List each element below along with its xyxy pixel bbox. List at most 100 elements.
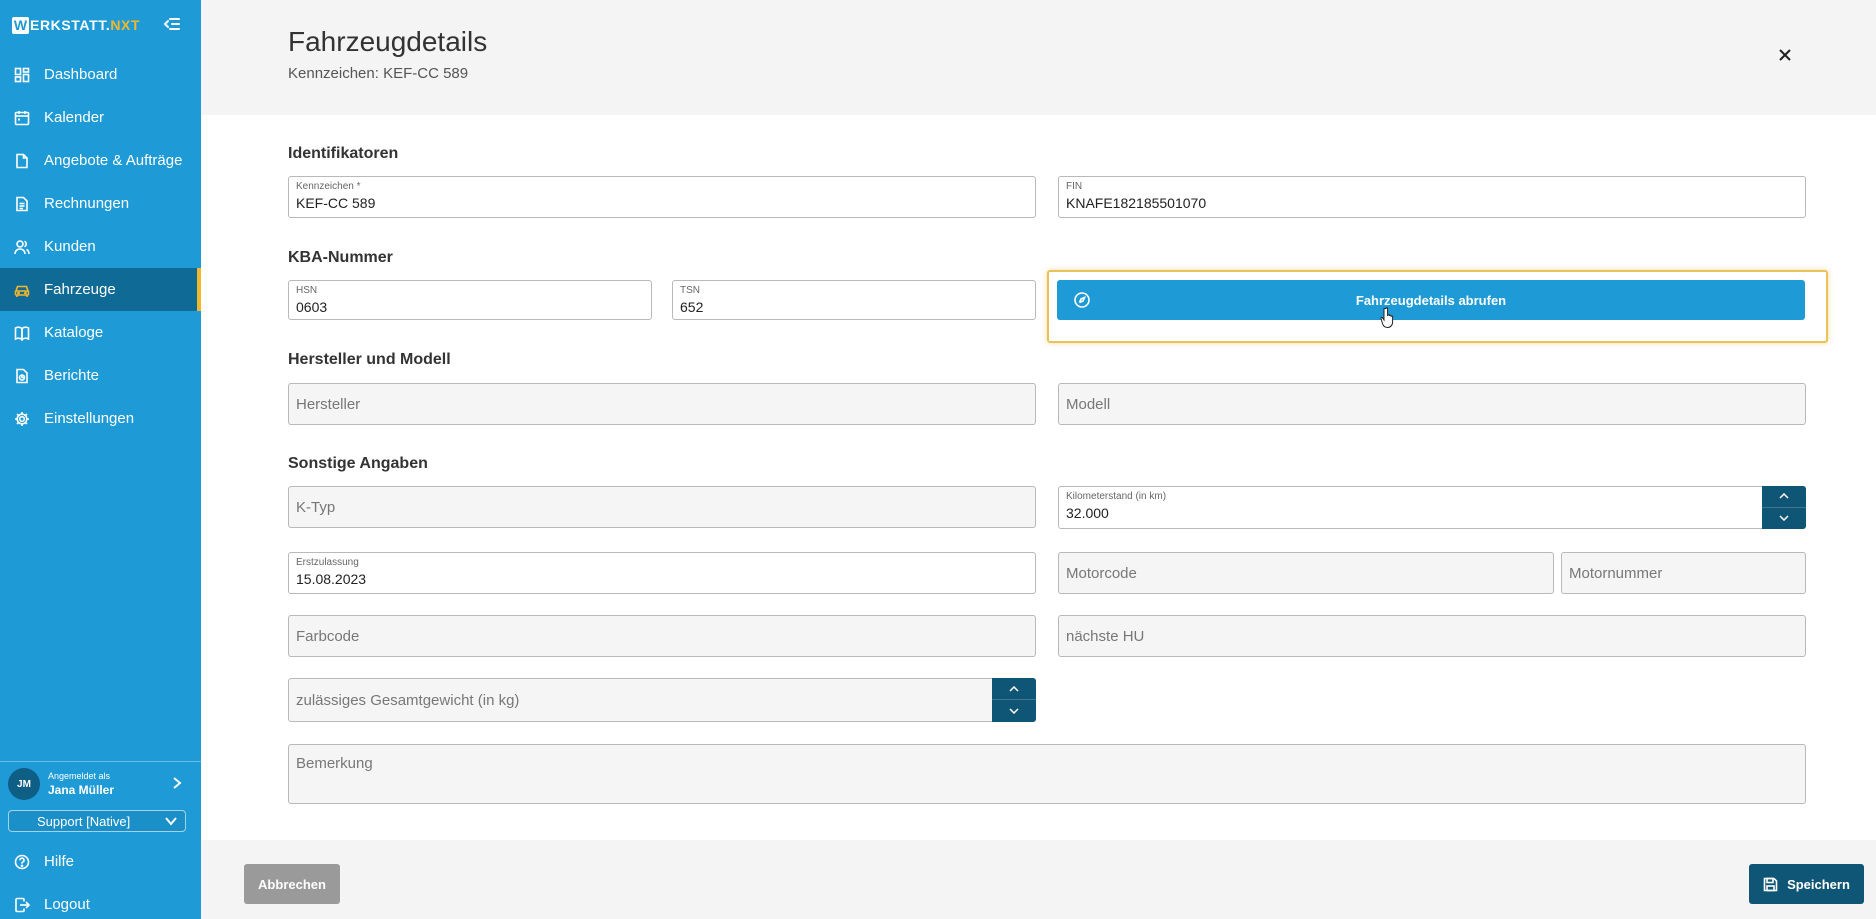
collapse-sidebar-icon[interactable] (163, 15, 181, 33)
fetch-vehicle-details-button[interactable]: Fahrzeugdetails abrufen (1057, 280, 1805, 320)
section-title-identifiers: Identifikatoren (288, 145, 399, 162)
sidebar-item-kunden[interactable]: Kunden (0, 225, 201, 268)
kilometerstand-stepper (1762, 486, 1806, 529)
modell-placeholder: Modell (1066, 395, 1111, 413)
erstzulassung-field[interactable]: Erstzulassung 15.08.2023 (288, 552, 1036, 594)
fin-value: KNAFE182185501070 (1066, 195, 1207, 211)
app-logo[interactable]: W ERKSTATT.NXT (12, 14, 140, 36)
sidebar-item-hilfe[interactable]: Hilfe (0, 840, 201, 883)
page-header: Fahrzeugdetails Kennzeichen: KEF-CC 589 (201, 0, 1876, 115)
sidebar-item-logout[interactable]: Logout (0, 883, 201, 919)
modell-field[interactable]: Modell (1058, 383, 1806, 425)
compass-icon (1074, 292, 1090, 308)
sidebar-item-berichte[interactable]: Berichte (0, 354, 201, 397)
naechste-hu-placeholder: nächste HU (1066, 627, 1145, 645)
hersteller-placeholder: Hersteller (296, 395, 361, 413)
vehicle-form: Identifikatoren Kennzeichen * KEF-CC 589… (201, 115, 1876, 840)
hsn-value: 0603 (296, 299, 328, 315)
user-menu[interactable]: JM Angemeldet als Jana Müller (0, 761, 201, 806)
chevron-down-icon (1009, 708, 1019, 714)
floppy-disk-icon (1763, 877, 1778, 891)
sidebar-item-einstellungen[interactable]: Einstellungen (0, 397, 201, 440)
chevron-down-icon (165, 817, 177, 826)
sidebar-nav: Dashboard Kalender Angebote & Aufträge R… (0, 53, 201, 440)
hersteller-field[interactable]: Hersteller (288, 383, 1036, 425)
page-title: Fahrzeugdetails (288, 26, 488, 57)
customers-icon (14, 239, 30, 254)
sidebar-item-label: Dashboard (44, 66, 118, 83)
report-icon (16, 368, 28, 383)
gesamtgewicht-increment[interactable] (992, 678, 1036, 700)
erstzulassung-value: 15.08.2023 (296, 571, 367, 587)
sidebar-item-label: Berichte (44, 367, 100, 384)
motornummer-field[interactable]: Motornummer (1561, 552, 1806, 594)
sidebar-item-label: Kataloge (44, 324, 104, 341)
save-button[interactable]: Speichern (1749, 864, 1864, 904)
sidebar: W ERKSTATT.NXT Dashboard Kalender Angebo… (0, 0, 201, 919)
kilometerstand-value: 32.000 (1066, 505, 1109, 521)
document-icon (16, 153, 28, 168)
gesamtgewicht-decrement[interactable] (992, 700, 1036, 722)
sidebar-item-rechnungen[interactable]: Rechnungen (0, 182, 201, 225)
book-icon (14, 326, 30, 341)
erstzulassung-label: Erstzulassung (296, 557, 359, 568)
bemerkung-placeholder: Bemerkung (296, 755, 373, 772)
kilometerstand-increment[interactable] (1762, 486, 1806, 508)
section-title-kba: KBA-Nummer (288, 249, 393, 266)
kennzeichen-label: Kennzeichen * (296, 181, 361, 192)
car-icon (14, 285, 30, 297)
motorcode-placeholder: Motorcode (1066, 564, 1137, 582)
sidebar-item-label: Kunden (44, 238, 96, 255)
hand-cursor-icon (1380, 307, 1394, 329)
sidebar-item-kalender[interactable]: Kalender (0, 96, 201, 139)
sidebar-item-label: Logout (44, 896, 90, 913)
kilometerstand-label: Kilometerstand (in km) (1066, 491, 1167, 502)
ktyp-placeholder: K-Typ (296, 498, 336, 516)
gesamtgewicht-field[interactable]: zulässiges Gesamtgewicht (in kg) (288, 678, 1036, 722)
hsn-field[interactable]: HSN 0603 (288, 280, 652, 320)
gear-icon (15, 411, 29, 426)
avatar: JM (8, 768, 40, 800)
sidebar-item-kataloge[interactable]: Kataloge (0, 311, 201, 354)
sidebar-item-dashboard[interactable]: Dashboard (0, 53, 201, 96)
user-info: Angemeldet als Jana Müller (48, 771, 114, 797)
naechste-hu-field[interactable]: nächste HU (1058, 615, 1806, 657)
sidebar-item-fahrzeuge[interactable]: Fahrzeuge (0, 268, 201, 311)
ktyp-field[interactable]: K-Typ (288, 486, 1036, 528)
calendar-icon (14, 110, 30, 125)
sidebar-bottom-nav: Hilfe Logout (0, 840, 201, 919)
farbcode-placeholder: Farbcode (296, 627, 360, 645)
sidebar-item-label: Kalender (44, 109, 105, 126)
save-button-label: Speichern (1787, 876, 1850, 892)
cancel-button[interactable]: Abbrechen (244, 864, 340, 904)
tsn-field[interactable]: TSN 652 (672, 280, 1036, 320)
sidebar-item-angebote[interactable]: Angebote & Aufträge (0, 139, 201, 182)
section-title-manufacturer: Hersteller und Modell (288, 351, 451, 368)
invoice-icon (16, 196, 28, 211)
fin-field[interactable]: FIN KNAFE182185501070 (1058, 176, 1806, 218)
kilometerstand-decrement[interactable] (1762, 508, 1806, 530)
sidebar-item-label: Hilfe (44, 853, 75, 870)
section-title-other: Sonstige Angaben (288, 455, 428, 472)
chevron-up-icon (1009, 685, 1019, 692)
hsn-label: HSN (296, 285, 318, 296)
close-button[interactable] (1774, 44, 1796, 66)
support-select[interactable]: Support [Native] (8, 810, 186, 832)
sidebar-item-label: Angebote & Aufträge (44, 152, 183, 169)
chevron-up-icon (1779, 493, 1789, 499)
bemerkung-field[interactable]: Bemerkung (288, 744, 1806, 804)
support-select-value: Support [Native] (37, 813, 131, 829)
page-footer: Abbrechen Speichern (201, 840, 1876, 919)
farbcode-field[interactable]: Farbcode (288, 615, 1036, 657)
chevron-right-icon (173, 777, 182, 789)
fetch-button-label: Fahrzeugdetails abrufen (1355, 292, 1507, 308)
fin-label: FIN (1066, 181, 1083, 192)
user-name: Jana Müller (48, 783, 115, 797)
logged-in-label: Angemeldet als (48, 771, 111, 781)
close-icon (1779, 49, 1791, 61)
kennzeichen-field[interactable]: Kennzeichen * KEF-CC 589 (288, 176, 1036, 218)
motornummer-placeholder: Motornummer (1569, 564, 1663, 582)
motorcode-field[interactable]: Motorcode (1058, 552, 1554, 594)
kilometerstand-field[interactable]: Kilometerstand (in km) 32.000 (1058, 486, 1806, 529)
logout-icon (15, 897, 30, 912)
